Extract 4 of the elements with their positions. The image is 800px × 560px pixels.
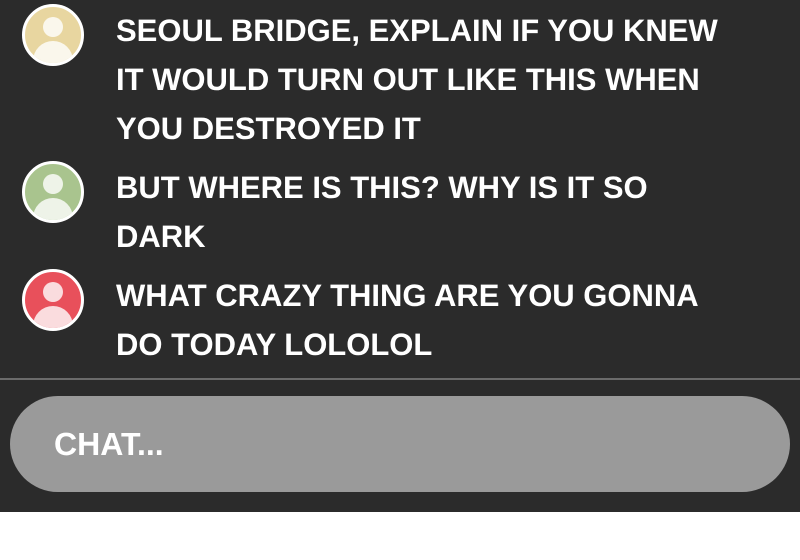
chat-message: WHAT CRAZY THING ARE YOU GONNA DO TODAY LOLOLOL bbox=[116, 277, 699, 364]
chat-message: BUT WHERE IS THIS? WHY IS IT SO DARK bbox=[116, 169, 649, 256]
chat-input-field[interactable]: CHAT... bbox=[10, 396, 790, 492]
chat-message: SEOUL BRIDGE, EXPLAIN IF YOU KNEW IT WOULD TURN OUT LIKE THIS WHEN YOU DESTROYED IT bbox=[116, 12, 719, 148]
